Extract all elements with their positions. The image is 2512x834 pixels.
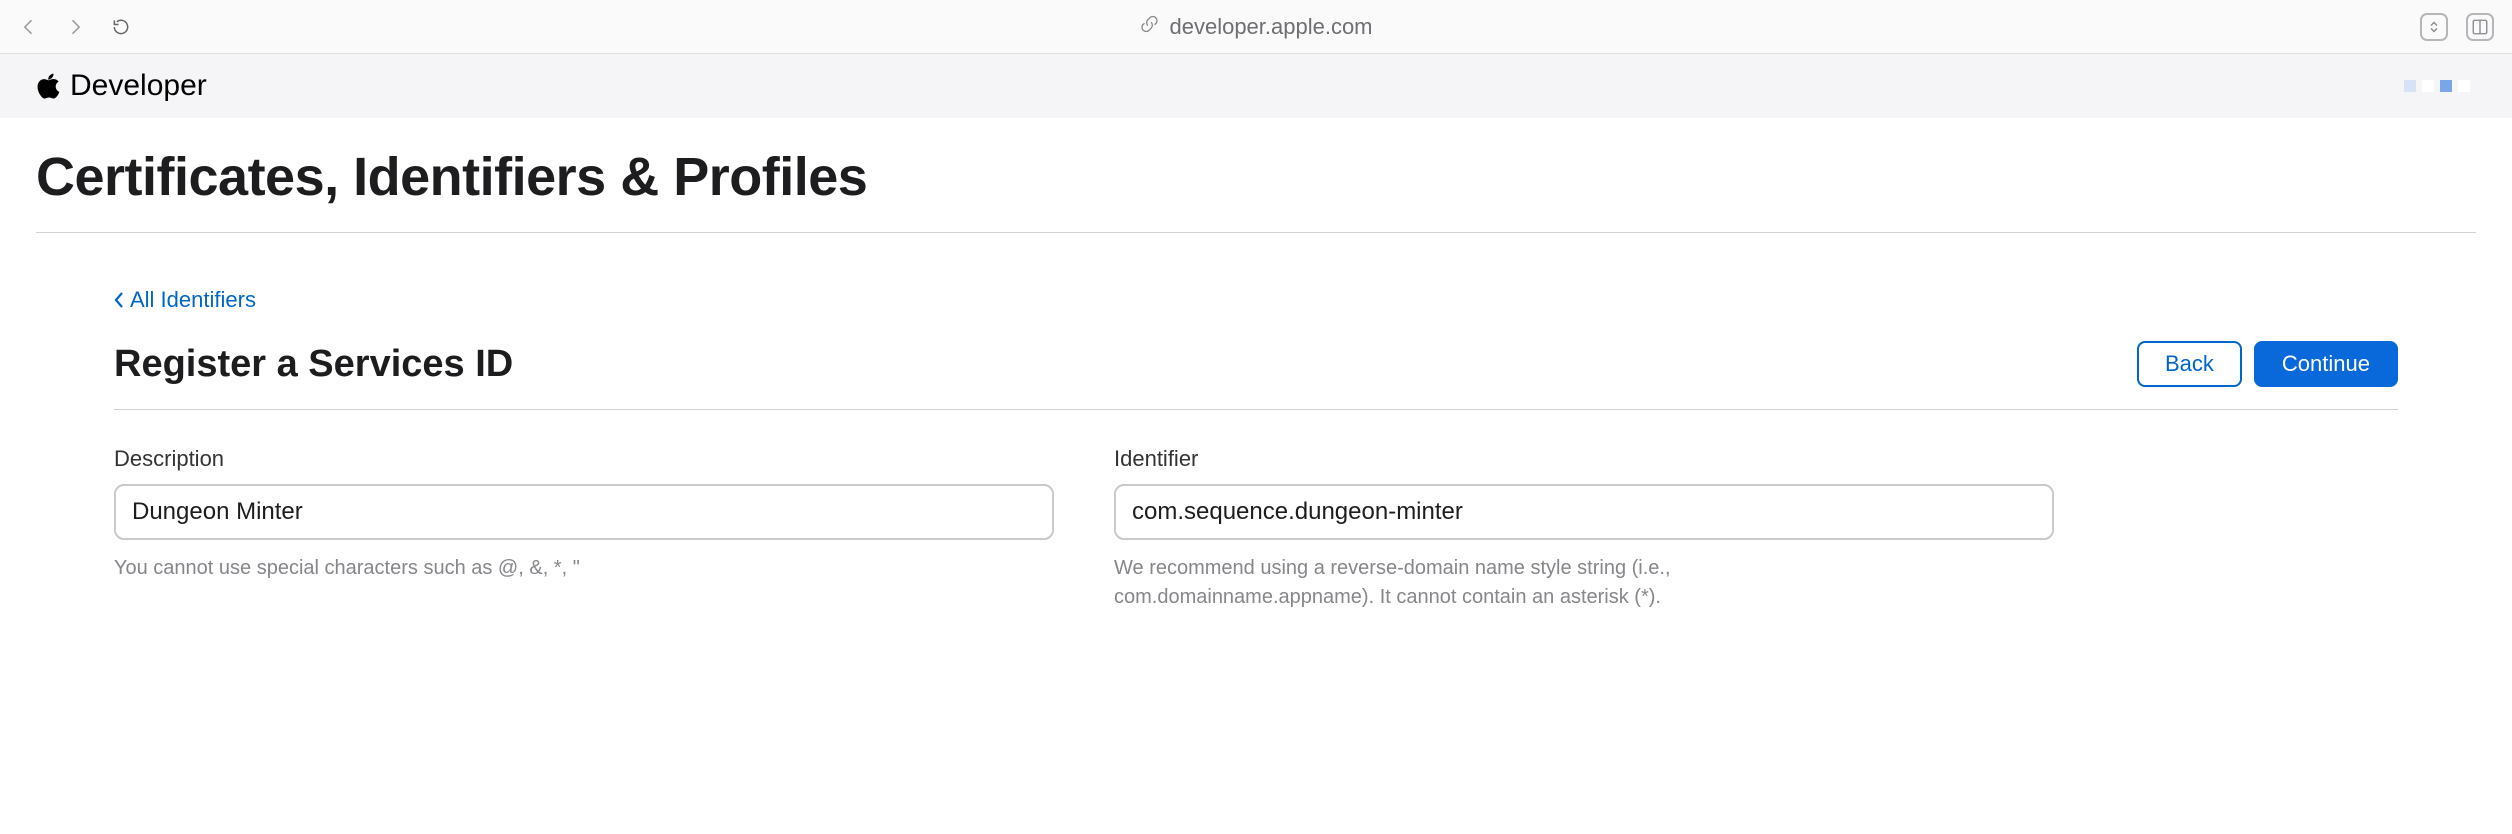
back-link-label: All Identifiers	[130, 287, 256, 313]
form-heading: Register a Services ID	[114, 343, 513, 386]
extensions-button[interactable]	[2420, 13, 2448, 41]
form-divider	[114, 409, 2398, 410]
identifier-field-group: Identifier We recommend using a reverse-…	[1114, 446, 2054, 612]
continue-button[interactable]: Continue	[2254, 341, 2398, 387]
identifier-label: Identifier	[1114, 446, 2054, 472]
browser-reload-button[interactable]	[110, 16, 132, 38]
account-area[interactable]	[2404, 80, 2476, 92]
brand-text: Developer	[70, 69, 207, 103]
identifier-input[interactable]	[1114, 484, 2054, 540]
identifier-hint: We recommend using a reverse-domain name…	[1114, 554, 1894, 612]
page-title: Certificates, Identifiers & Profiles	[36, 146, 2476, 208]
brand-link[interactable]: Developer	[36, 69, 207, 103]
browser-back-button[interactable]	[18, 16, 40, 38]
description-input[interactable]	[114, 484, 1054, 540]
page-title-section: Certificates, Identifiers & Profiles	[0, 118, 2512, 222]
link-icon	[1139, 14, 1159, 40]
description-field-group: Description You cannot use special chara…	[114, 446, 1054, 612]
address-bar[interactable]: developer.apple.com	[1139, 14, 1372, 40]
developer-header: Developer	[0, 54, 2512, 118]
apple-logo-icon	[36, 73, 62, 99]
description-hint: You cannot use special characters such a…	[114, 554, 894, 583]
address-url: developer.apple.com	[1169, 14, 1372, 40]
browser-toolbar: developer.apple.com	[0, 0, 2512, 54]
back-to-identifiers-link[interactable]: All Identifiers	[114, 287, 256, 313]
browser-forward-button[interactable]	[64, 16, 86, 38]
back-button[interactable]: Back	[2137, 341, 2242, 387]
description-label: Description	[114, 446, 1054, 472]
sidebar-toggle-button[interactable]	[2466, 13, 2494, 41]
